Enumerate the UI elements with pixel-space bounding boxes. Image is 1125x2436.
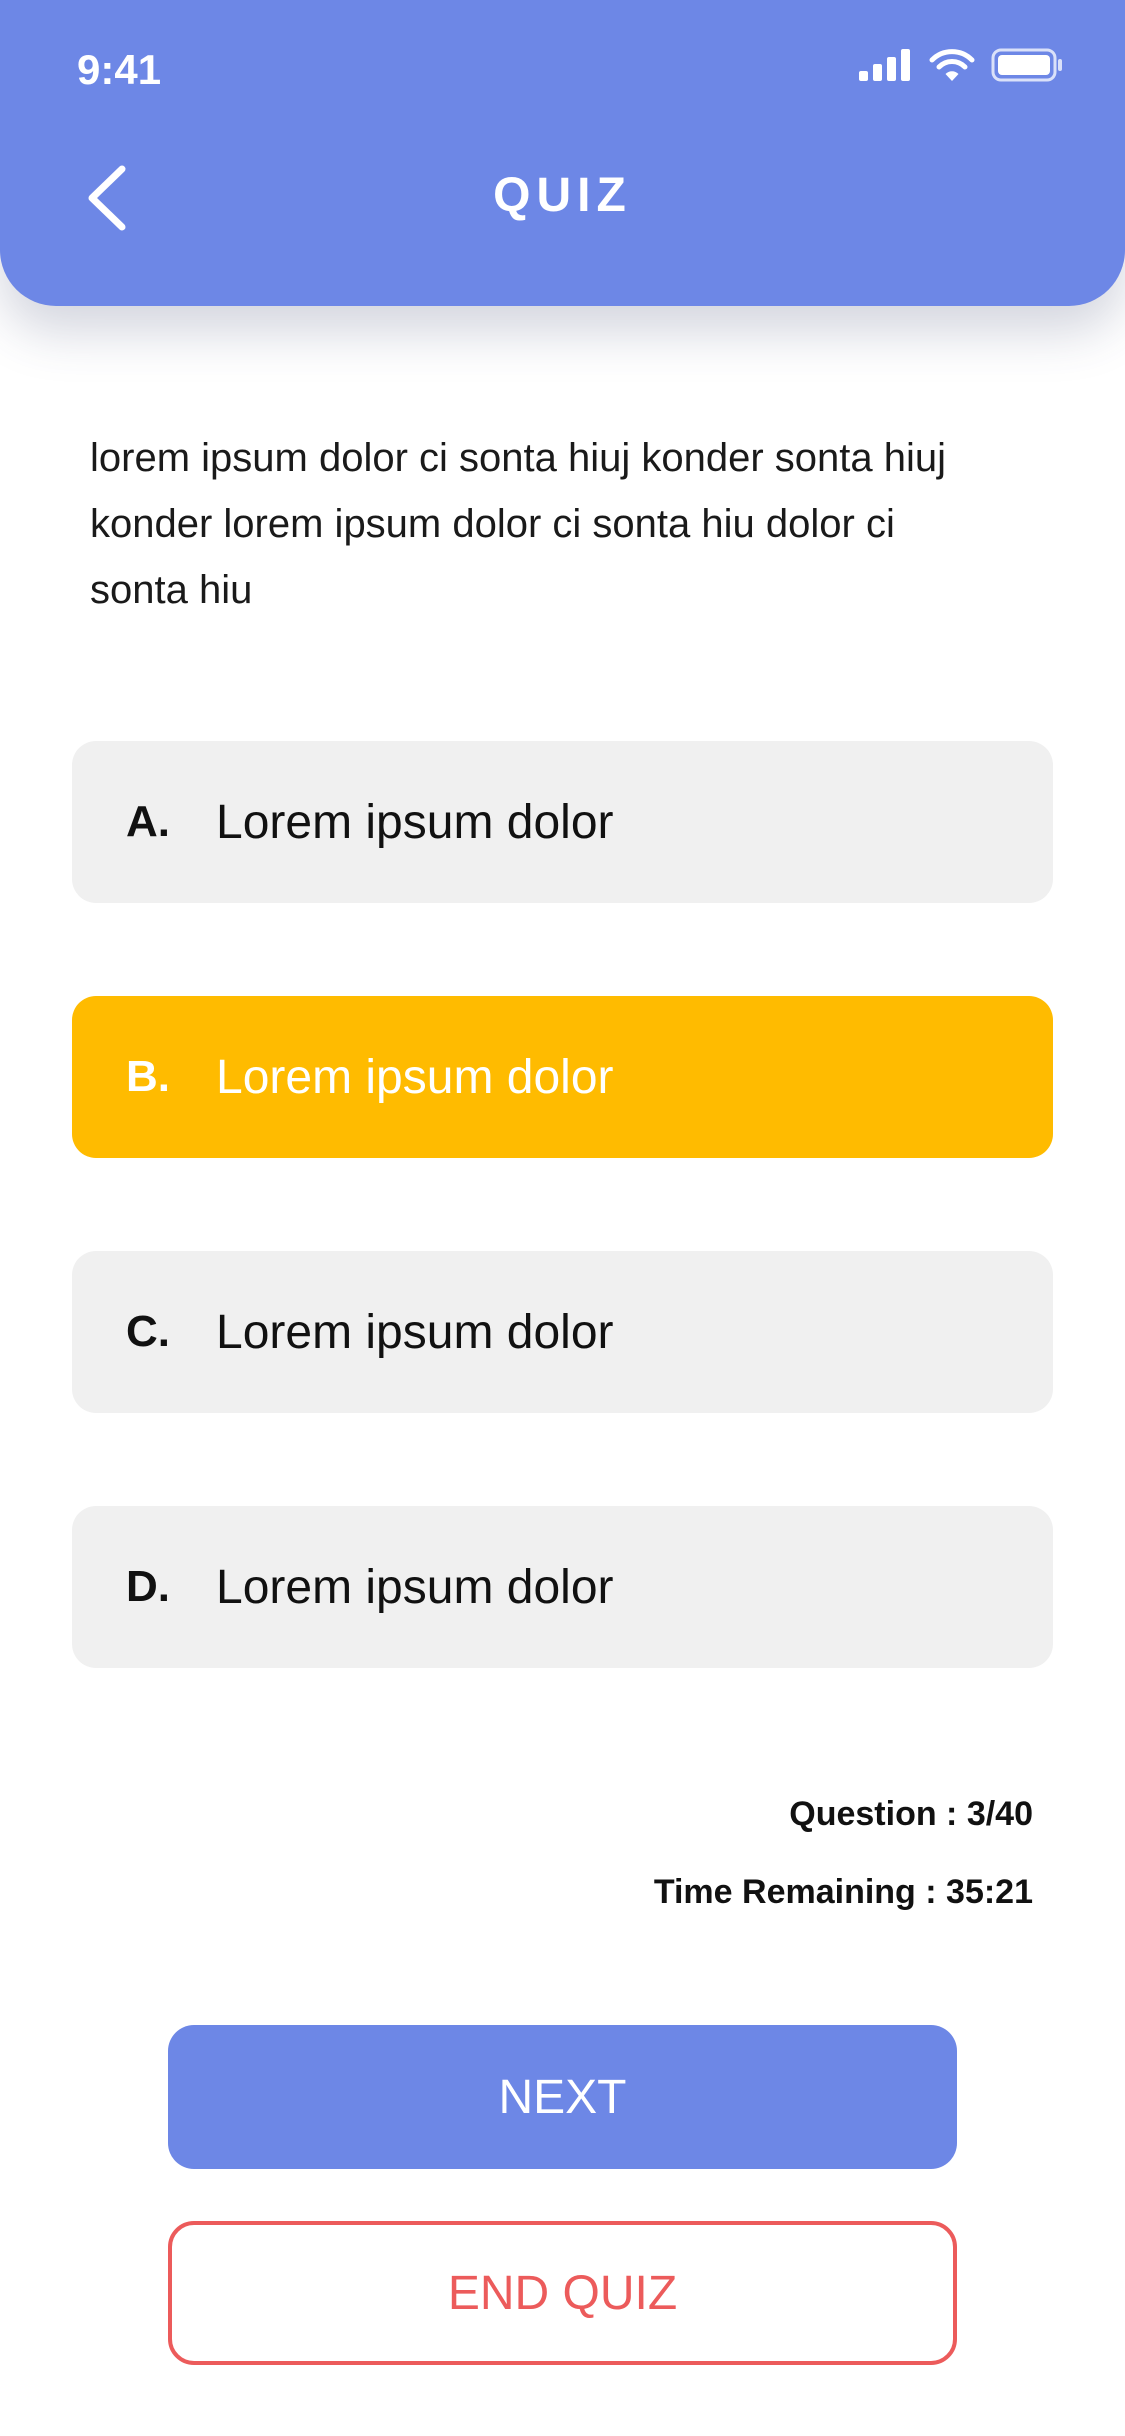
option-label: Lorem ipsum dolor <box>216 1560 614 1614</box>
option-letter: C. <box>126 1307 170 1356</box>
question-text: lorem ipsum dolor ci sonta hiuj konder s… <box>90 436 946 612</box>
option-a[interactable]: A. Lorem ipsum dolor <box>72 741 1053 903</box>
option-label: Lorem ipsum dolor <box>216 795 614 849</box>
option-letter: B. <box>126 1052 170 1101</box>
option-label: Lorem ipsum dolor <box>216 1305 614 1359</box>
next-button[interactable]: NEXT <box>168 2025 957 2169</box>
cellular-signal-icon <box>859 49 910 81</box>
option-b[interactable]: B. Lorem ipsum dolor <box>72 996 1053 1158</box>
option-label: Lorem ipsum dolor <box>216 1050 614 1104</box>
question-counter: Question : 3/40 <box>789 1795 1033 1833</box>
app-header: 9:41 QUIZ <box>0 0 1125 306</box>
option-d[interactable]: D. Lorem ipsum dolor <box>72 1506 1053 1668</box>
wifi-icon <box>929 49 975 81</box>
option-letter: A. <box>126 797 170 846</box>
battery-icon <box>991 48 1062 82</box>
option-letter: D. <box>126 1562 170 1611</box>
option-c[interactable]: C. Lorem ipsum dolor <box>72 1251 1053 1413</box>
status-time: 9:41 <box>77 46 162 93</box>
time-remaining: Time Remaining : 35:21 <box>653 1873 1033 1911</box>
page-title: QUIZ <box>493 169 632 222</box>
status-icons <box>859 48 1063 82</box>
end-quiz-button[interactable]: END QUIZ <box>168 2221 957 2365</box>
